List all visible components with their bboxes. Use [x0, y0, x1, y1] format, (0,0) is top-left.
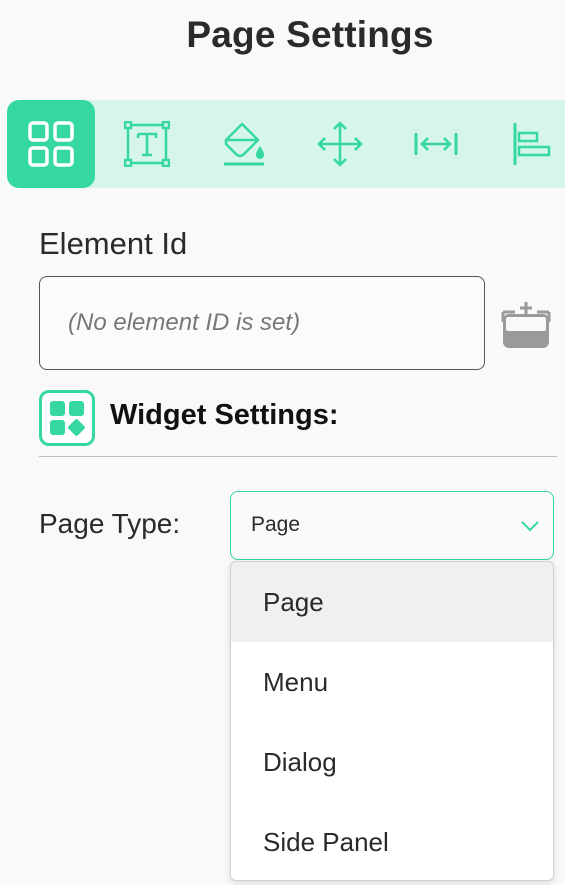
grid-layout-icon	[28, 121, 74, 167]
settings-toolbar	[7, 100, 565, 188]
page-type-select[interactable]: Page	[230, 491, 554, 560]
page-title: Page Settings	[186, 14, 434, 55]
paint-bucket-icon	[224, 122, 264, 166]
dropdown-option-page[interactable]: Page	[231, 562, 553, 642]
text-box-icon	[124, 121, 170, 167]
widget-settings-icon-box	[39, 390, 95, 446]
widget-settings-heading: Widget Settings:	[110, 399, 339, 431]
page-type-label: Page Type:	[39, 508, 181, 539]
chevron-down-icon	[521, 521, 539, 532]
page-type-dropdown: Page Menu Dialog Side Panel	[230, 561, 554, 881]
add-element-id-button[interactable]	[501, 300, 551, 350]
widget-icon	[50, 401, 85, 436]
tool-position[interactable]	[296, 100, 384, 188]
tool-fill[interactable]	[200, 100, 288, 188]
element-id-label: Element Id	[39, 226, 188, 261]
element-id-input[interactable]	[39, 276, 485, 370]
dropdown-option-side-panel[interactable]: Side Panel	[231, 802, 553, 880]
page-type-selected-value: Page	[251, 513, 301, 536]
align-left-icon	[513, 123, 551, 165]
tool-align[interactable]	[488, 100, 565, 188]
tool-grid-layout[interactable]	[7, 100, 95, 188]
width-icon	[414, 133, 458, 155]
section-divider	[39, 456, 557, 457]
dropdown-option-menu[interactable]: Menu	[231, 642, 553, 722]
add-id-icon	[501, 302, 551, 348]
tool-width[interactable]	[392, 100, 480, 188]
page-settings-panel: Page Settings Element Id (No element ID …	[0, 0, 565, 885]
move-arrows-icon	[317, 121, 363, 167]
dropdown-option-dialog[interactable]: Dialog	[231, 722, 553, 802]
tool-text[interactable]	[103, 100, 191, 188]
